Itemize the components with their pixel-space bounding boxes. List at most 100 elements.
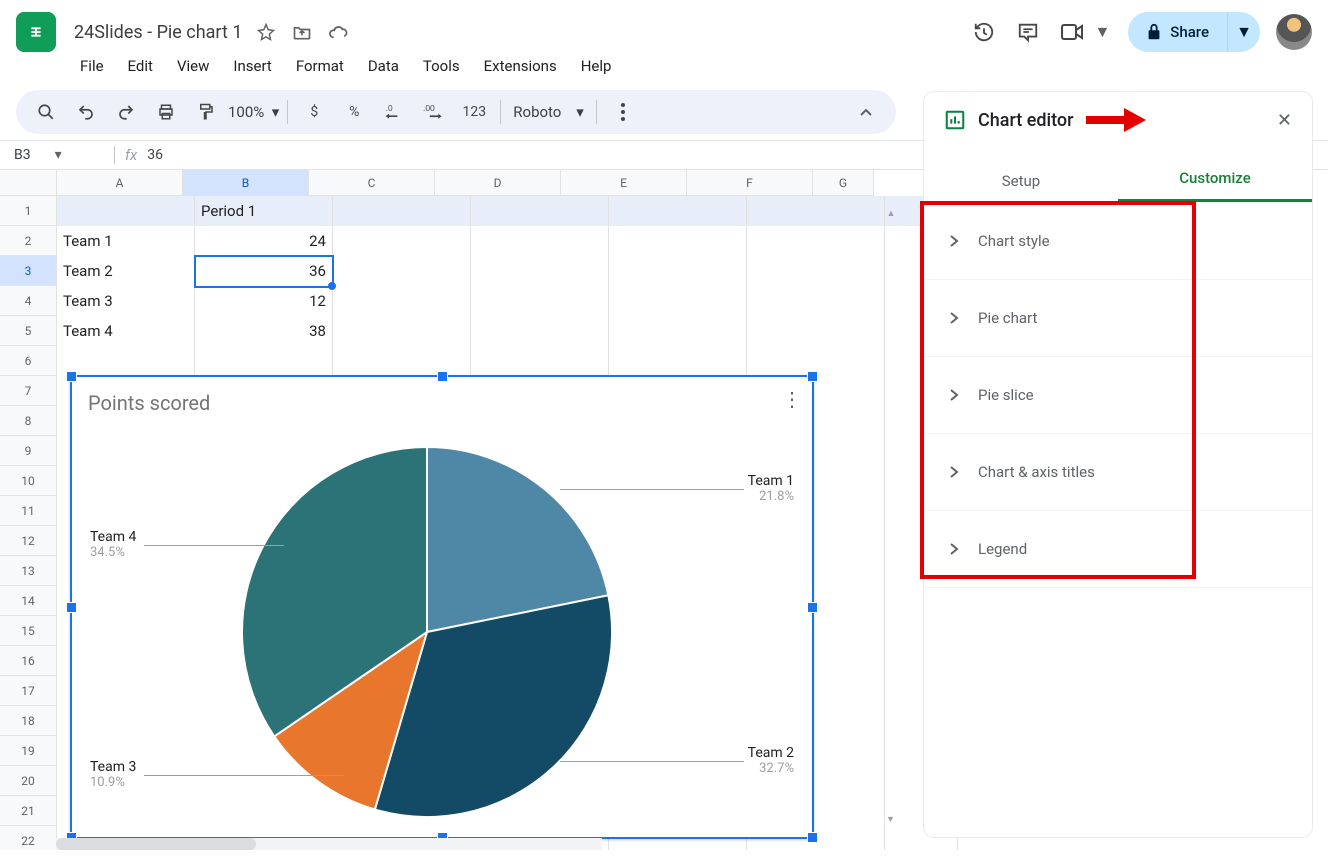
row-header[interactable]: 18 xyxy=(0,706,57,736)
row-header[interactable]: 8 xyxy=(0,406,57,436)
chart-menu-icon[interactable]: ⋮ xyxy=(782,387,802,411)
tab-customize[interactable]: Customize xyxy=(1118,169,1312,202)
sheets-logo-icon[interactable] xyxy=(16,12,56,52)
section-chart-style[interactable]: Chart style xyxy=(924,203,1312,280)
resize-handle[interactable] xyxy=(807,832,818,843)
cell[interactable] xyxy=(471,226,609,257)
cell[interactable] xyxy=(333,256,471,287)
collapse-toolbar-icon[interactable] xyxy=(846,92,886,132)
resize-handle[interactable] xyxy=(807,602,818,613)
cell[interactable]: Team 3 xyxy=(57,286,195,317)
menu-data[interactable]: Data xyxy=(358,53,409,79)
cell[interactable]: 38 xyxy=(195,316,333,347)
row-header[interactable]: 7 xyxy=(0,376,57,406)
row-header[interactable]: 4 xyxy=(0,286,57,316)
cell[interactable] xyxy=(471,196,609,227)
cell[interactable] xyxy=(609,316,747,347)
row-header[interactable]: 6 xyxy=(0,346,57,376)
cell[interactable] xyxy=(609,256,747,287)
row-header[interactable]: 11 xyxy=(0,496,57,526)
increase-decimal-icon[interactable]: .00 xyxy=(414,96,454,128)
cell[interactable] xyxy=(609,226,747,257)
format-123-button[interactable]: 123 xyxy=(454,96,494,128)
zoom-select[interactable]: 100% ▾ xyxy=(226,96,281,128)
cell[interactable]: Team 1 xyxy=(57,226,195,257)
row-header[interactable]: 16 xyxy=(0,646,57,676)
row-header[interactable]: 9 xyxy=(0,436,57,466)
cell[interactable] xyxy=(333,316,471,347)
meet-icon[interactable] xyxy=(1056,16,1088,48)
share-dropdown[interactable]: ▼ xyxy=(1227,12,1260,52)
section-chart-axis-titles[interactable]: Chart & axis titles xyxy=(924,434,1312,511)
cell[interactable] xyxy=(471,286,609,317)
row-header[interactable]: 19 xyxy=(0,736,57,766)
cell[interactable] xyxy=(609,286,747,317)
row-header[interactable]: 12 xyxy=(0,526,57,556)
menu-tools[interactable]: Tools xyxy=(413,53,470,79)
meet-dropdown-icon[interactable]: ▼ xyxy=(1094,22,1110,42)
history-icon[interactable] xyxy=(968,16,1000,48)
font-select[interactable]: Roboto ▾ xyxy=(507,96,590,128)
cell[interactable]: Team 2 xyxy=(57,256,195,287)
decrease-decimal-icon[interactable]: .0 xyxy=(374,96,414,128)
chart-object[interactable]: Points scored ⋮ Team 121.8% Team 232.7% … xyxy=(70,375,814,839)
menu-insert[interactable]: Insert xyxy=(223,53,281,79)
document-title[interactable]: 24Slides - Pie chart 1 xyxy=(68,18,248,47)
cell[interactable] xyxy=(747,196,885,227)
cell[interactable] xyxy=(747,316,885,347)
cell[interactable]: Period 1 xyxy=(195,196,333,227)
name-box-dropdown-icon[interactable]: ▾ xyxy=(55,147,62,163)
col-header-f[interactable]: F xyxy=(687,170,813,196)
move-icon[interactable] xyxy=(286,16,318,48)
cell[interactable]: 12 xyxy=(195,286,333,317)
select-all-corner[interactable] xyxy=(0,170,57,196)
share-button[interactable]: Share xyxy=(1128,12,1227,52)
account-avatar[interactable] xyxy=(1276,14,1312,50)
cell[interactable]: Team 4 xyxy=(57,316,195,347)
cloud-status-icon[interactable] xyxy=(322,16,354,48)
paint-format-icon[interactable] xyxy=(186,96,226,128)
cell[interactable] xyxy=(57,196,195,227)
row-header[interactable]: 13 xyxy=(0,556,57,586)
cell[interactable] xyxy=(471,316,609,347)
col-header-e[interactable]: E xyxy=(561,170,687,196)
more-toolbar-icon[interactable] xyxy=(603,96,643,128)
percent-button[interactable]: % xyxy=(334,96,374,128)
row-header[interactable]: 3 xyxy=(0,256,57,286)
row-header[interactable]: 17 xyxy=(0,676,57,706)
cell[interactable] xyxy=(333,286,471,317)
currency-button[interactable]: $ xyxy=(294,96,334,128)
resize-handle[interactable] xyxy=(66,371,77,382)
menu-help[interactable]: Help xyxy=(571,53,622,79)
row-header[interactable]: 20 xyxy=(0,766,57,796)
print-icon[interactable] xyxy=(146,96,186,128)
star-icon[interactable] xyxy=(250,16,282,48)
cell[interactable] xyxy=(195,346,333,377)
cell[interactable] xyxy=(609,196,747,227)
col-header-b[interactable]: B xyxy=(183,170,309,196)
section-legend[interactable]: Legend xyxy=(924,511,1312,588)
col-header-c[interactable]: C xyxy=(309,170,435,196)
row-header[interactable]: 21 xyxy=(0,796,57,826)
row-header[interactable]: 1 xyxy=(0,196,57,226)
cell[interactable]: 24 xyxy=(195,226,333,257)
chart-title[interactable]: Points scored xyxy=(88,391,210,415)
redo-icon[interactable] xyxy=(106,96,146,128)
resize-handle[interactable] xyxy=(437,371,448,382)
undo-icon[interactable] xyxy=(66,96,106,128)
row-header[interactable]: 15 xyxy=(0,616,57,646)
col-header-g[interactable]: G xyxy=(813,170,874,196)
row-header[interactable]: 14 xyxy=(0,586,57,616)
section-pie-slice[interactable]: Pie slice xyxy=(924,357,1312,434)
row-header[interactable]: 2 xyxy=(0,226,57,256)
cell[interactable] xyxy=(471,346,609,377)
menu-edit[interactable]: Edit xyxy=(118,53,163,79)
cell[interactable] xyxy=(333,196,471,227)
horizontal-scrollbar[interactable] xyxy=(56,838,602,850)
resize-handle[interactable] xyxy=(807,371,818,382)
cell[interactable] xyxy=(333,226,471,257)
cell[interactable] xyxy=(471,256,609,287)
menu-extensions[interactable]: Extensions xyxy=(474,53,567,79)
col-header-a[interactable]: A xyxy=(57,170,183,196)
comments-icon[interactable] xyxy=(1012,16,1044,48)
